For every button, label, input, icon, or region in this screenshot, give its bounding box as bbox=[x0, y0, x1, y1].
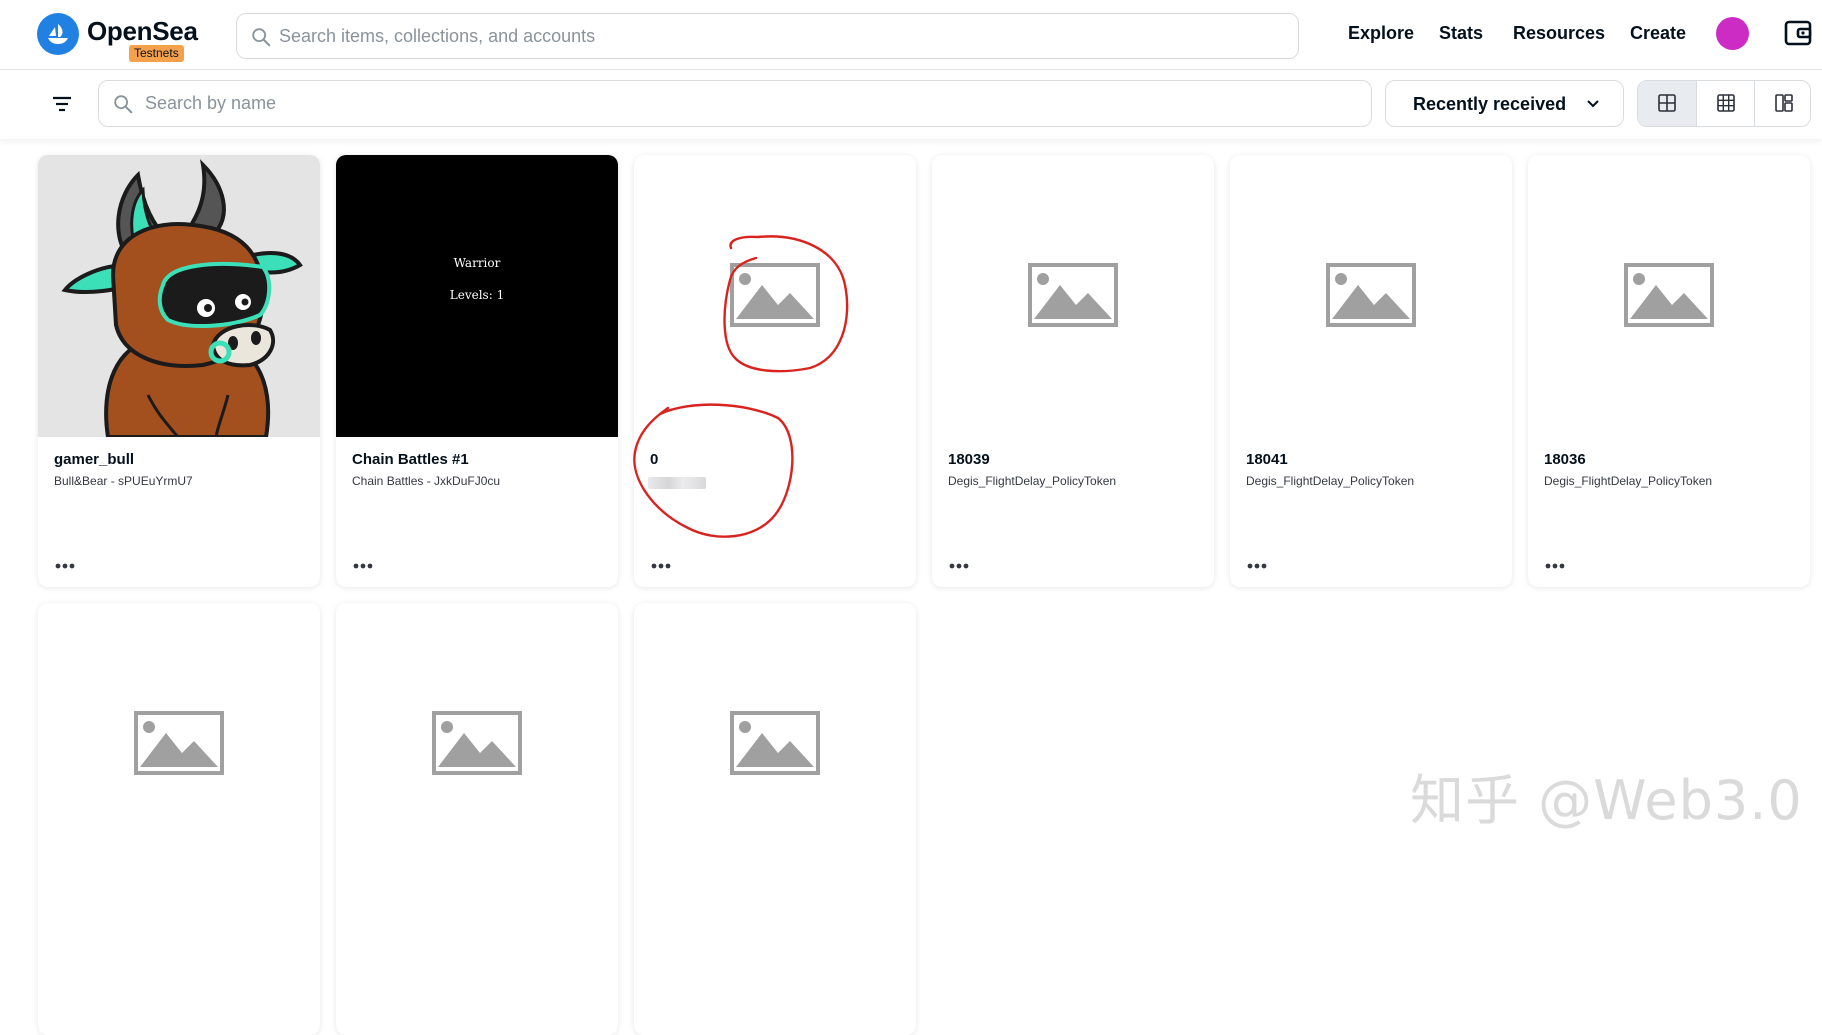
nft-card[interactable] bbox=[38, 603, 320, 1035]
search-icon bbox=[114, 95, 133, 114]
item-title[interactable]: Chain Battles #1 bbox=[352, 451, 469, 468]
item-collection[interactable]: Degis_FlightDelay_PolicyToken bbox=[948, 474, 1116, 488]
mosaic-view-button[interactable] bbox=[1755, 81, 1810, 126]
brand-name[interactable]: OpenSea bbox=[87, 16, 198, 47]
item-media bbox=[634, 155, 916, 437]
nft-card[interactable]: gamer_bull Bull&Bear - sPUEuYrmU7 bbox=[38, 155, 320, 587]
view-mode-toggle bbox=[1637, 80, 1811, 127]
item-title[interactable]: 0 bbox=[650, 451, 658, 468]
global-search-bar[interactable] bbox=[236, 13, 1299, 59]
large-grid-view-button[interactable] bbox=[1638, 81, 1696, 126]
warrior-level-text: Levels: 1 bbox=[449, 288, 505, 302]
sort-dropdown-label: Recently received bbox=[1413, 94, 1567, 114]
opensea-logo-icon[interactable] bbox=[37, 13, 79, 55]
more-options-icon[interactable] bbox=[949, 562, 969, 570]
placeholder-image-icon bbox=[432, 711, 522, 775]
wallet-icon[interactable] bbox=[1784, 19, 1812, 47]
global-search-input[interactable] bbox=[279, 14, 1279, 58]
nav-resources[interactable]: Resources bbox=[1513, 23, 1605, 44]
sort-dropdown[interactable]: Recently received bbox=[1385, 80, 1624, 127]
nft-card[interactable]: 18036 Degis_FlightDelay_PolicyToken bbox=[1528, 155, 1810, 587]
item-media bbox=[1528, 155, 1810, 437]
placeholder-image-icon bbox=[1028, 263, 1118, 327]
placeholder-image-icon bbox=[1624, 263, 1714, 327]
item-media bbox=[336, 603, 618, 885]
item-media bbox=[1230, 155, 1512, 437]
name-search-input[interactable] bbox=[145, 81, 1345, 126]
more-options-icon[interactable] bbox=[651, 562, 671, 570]
mosaic-icon bbox=[1775, 94, 1793, 112]
more-options-icon[interactable] bbox=[1247, 562, 1267, 570]
nav-explore[interactable]: Explore bbox=[1348, 23, 1414, 44]
small-grid-view-button[interactable] bbox=[1697, 81, 1755, 126]
bull-image bbox=[38, 155, 320, 439]
profile-avatar[interactable] bbox=[1716, 17, 1749, 50]
nav-stats[interactable]: Stats bbox=[1439, 23, 1483, 44]
nft-card[interactable]: 18039 Degis_FlightDelay_PolicyToken bbox=[932, 155, 1214, 587]
blurred-collection-name bbox=[648, 477, 706, 489]
nft-card[interactable] bbox=[336, 603, 618, 1035]
top-navbar: OpenSea Testnets Explore Stats Resources… bbox=[0, 0, 1822, 70]
testnets-badge: Testnets bbox=[129, 45, 184, 62]
nft-card[interactable]: 0 bbox=[634, 155, 916, 587]
item-media bbox=[932, 155, 1214, 437]
placeholder-image-icon bbox=[1326, 263, 1416, 327]
warrior-svg: Warrior Levels: 1 bbox=[336, 155, 618, 437]
nav-create[interactable]: Create bbox=[1630, 23, 1686, 44]
search-icon bbox=[252, 28, 271, 47]
nft-card[interactable]: Warrior Levels: 1 Chain Battles #1 Chain… bbox=[336, 155, 618, 587]
item-title[interactable]: 18036 bbox=[1544, 451, 1586, 468]
item-media bbox=[38, 603, 320, 885]
item-title[interactable]: gamer_bull bbox=[54, 451, 134, 468]
name-search-bar[interactable] bbox=[98, 80, 1372, 127]
small-grid-icon bbox=[1717, 94, 1735, 112]
large-grid-icon bbox=[1658, 94, 1676, 112]
item-collection[interactable]: Degis_FlightDelay_PolicyToken bbox=[1544, 474, 1712, 488]
item-title[interactable]: 18039 bbox=[948, 451, 990, 468]
placeholder-image-icon bbox=[134, 711, 224, 775]
items-toolbar: Recently received bbox=[0, 71, 1822, 139]
item-media bbox=[634, 603, 916, 885]
item-collection[interactable]: Degis_FlightDelay_PolicyToken bbox=[1246, 474, 1414, 488]
nft-card[interactable] bbox=[634, 603, 916, 1035]
placeholder-image-icon bbox=[730, 711, 820, 775]
placeholder-image-icon bbox=[730, 263, 820, 327]
item-collection[interactable]: Bull&Bear - sPUEuYrmU7 bbox=[54, 474, 193, 488]
item-collection[interactable]: Chain Battles - JxkDuFJ0cu bbox=[352, 474, 500, 488]
more-options-icon[interactable] bbox=[353, 562, 373, 570]
filter-icon[interactable] bbox=[51, 95, 73, 113]
more-options-icon[interactable] bbox=[55, 562, 75, 570]
chevron-down-icon bbox=[1587, 100, 1599, 108]
watermark-text: 知乎 @Web3.0 bbox=[1410, 769, 1803, 832]
item-title[interactable]: 18041 bbox=[1246, 451, 1288, 468]
warrior-name-text: Warrior bbox=[453, 256, 501, 270]
nft-card[interactable]: 18041 Degis_FlightDelay_PolicyToken bbox=[1230, 155, 1512, 587]
more-options-icon[interactable] bbox=[1545, 562, 1565, 570]
